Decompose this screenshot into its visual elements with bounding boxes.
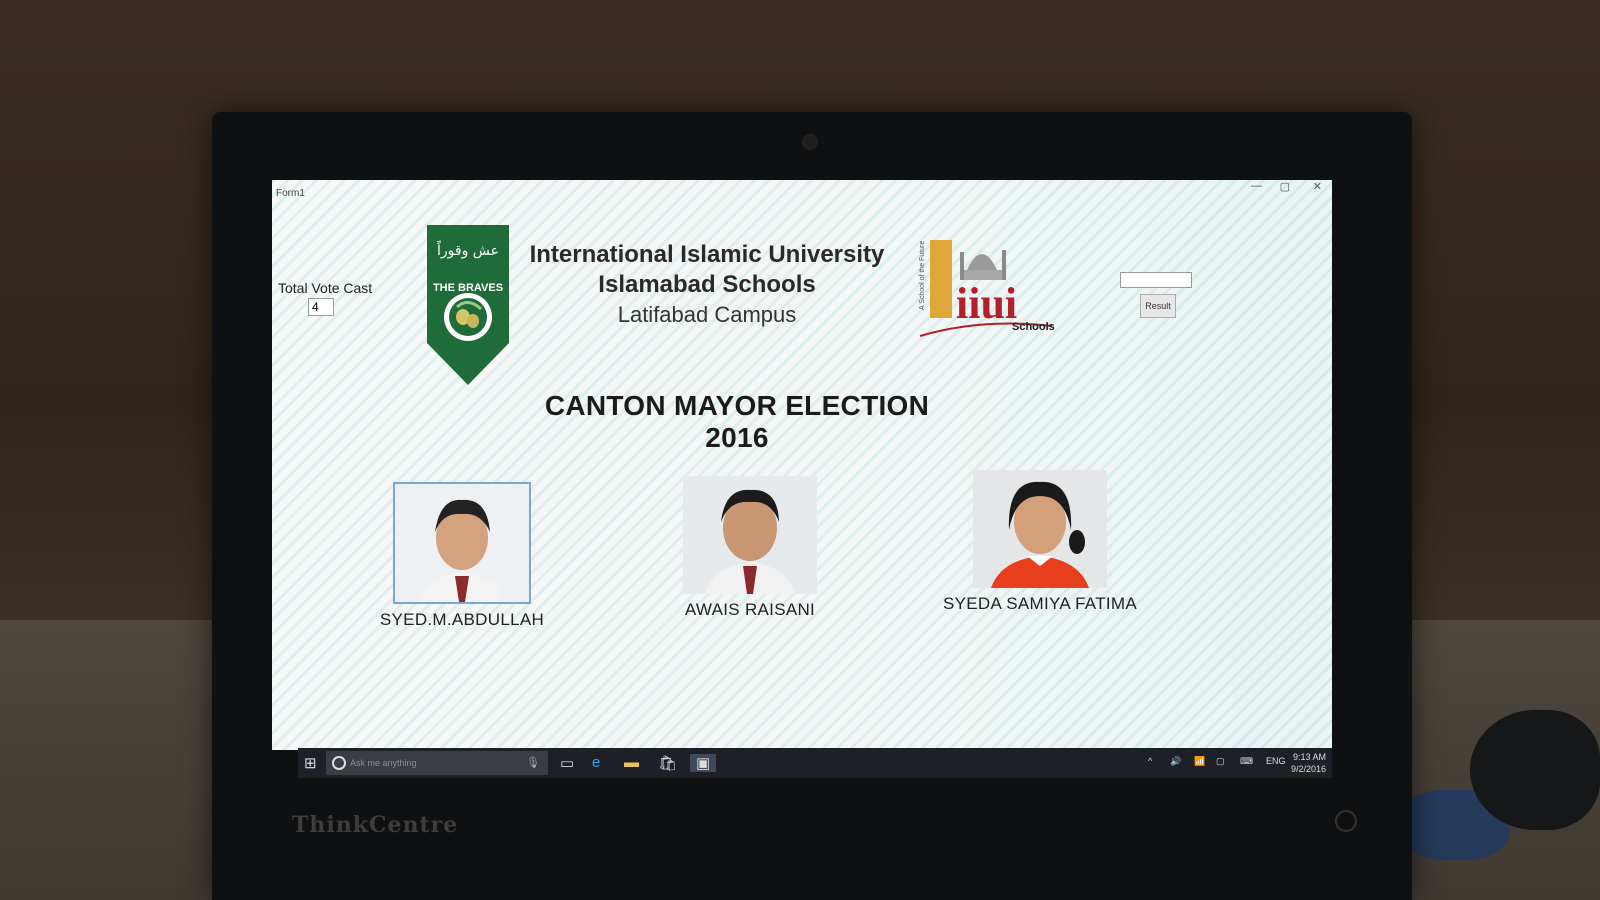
- window-titlebar: Form1 — ▢ ✕: [272, 180, 1332, 200]
- taskbar-clock[interactable]: 9:13 AM 9/2/2016: [1291, 751, 1326, 775]
- notification-icon[interactable]: ▢: [1216, 756, 1225, 767]
- result-button[interactable]: Result: [1140, 294, 1176, 318]
- computer-mouse: [1470, 710, 1600, 830]
- logo-text: iiui: [956, 279, 1017, 328]
- taskbar-search-input[interactable]: Ask me anything 🎙: [326, 751, 548, 775]
- candidate-photo[interactable]: [973, 470, 1107, 588]
- university-title: International Islamic University Islamab…: [512, 240, 902, 300]
- volume-icon[interactable]: 🔊: [1170, 756, 1181, 767]
- the-braves-banner: عش وقوراً THE BRAVES: [427, 225, 509, 385]
- taskbar: ⊞ Ask me anything 🎙 ▭ e ▬ 🛍 ▣ ^ 🔊 📶 ▢ ⌨ …: [298, 748, 1332, 778]
- candidate-photo[interactable]: [393, 482, 531, 604]
- result-input[interactable]: [1120, 272, 1192, 288]
- candidate-name: SYED.M.ABDULLAH: [379, 610, 545, 629]
- university-line-1: International Islamic University: [529, 241, 885, 268]
- power-button[interactable]: [1335, 810, 1357, 832]
- logo-tagline: A School of the Future: [919, 241, 926, 310]
- minimize-button[interactable]: —: [1251, 180, 1262, 192]
- candidate-name: AWAIS RAISANI: [684, 600, 816, 619]
- edge-browser-icon[interactable]: e: [592, 754, 600, 771]
- windows-start-icon[interactable]: ⊞: [304, 754, 317, 772]
- clock-date: 9/2/2016: [1290, 764, 1326, 774]
- webcam-icon: [802, 134, 818, 150]
- wifi-icon[interactable]: 📶: [1194, 756, 1205, 767]
- task-view-icon[interactable]: ▭: [560, 754, 574, 772]
- candidate-card[interactable]: AWAIS RAISANI: [650, 476, 850, 620]
- tray-chevron-icon[interactable]: ^: [1148, 756, 1152, 766]
- running-app-icon[interactable]: ▣: [690, 754, 717, 772]
- clock-time: 9:13 AM: [1292, 752, 1326, 762]
- store-icon[interactable]: 🛍: [658, 754, 677, 772]
- file-explorer-icon[interactable]: ▬: [624, 754, 639, 771]
- candidate-card[interactable]: SYED.M.ABDULLAH: [362, 482, 562, 630]
- campus-name: Latifabad Campus: [617, 302, 797, 327]
- candidate-photo[interactable]: [683, 476, 817, 594]
- microphone-icon[interactable]: 🎙: [526, 756, 540, 769]
- close-button[interactable]: ✕: [1313, 180, 1322, 193]
- language-indicator[interactable]: ENG: [1266, 756, 1286, 766]
- university-line-2: Islamabad Schools: [598, 271, 816, 298]
- logo-sub-text: Schools: [1012, 321, 1055, 333]
- candidate-name: SYEDA SAMIYA FATIMA: [942, 594, 1137, 613]
- app-window: Form1 — ▢ ✕ Total Vote Cast 4 Result عش …: [272, 180, 1332, 750]
- monitor-brand: ThinkCentre: [292, 812, 459, 838]
- candidate-card[interactable]: SYEDA SAMIYA FATIMA: [940, 470, 1140, 614]
- iiui-logo: iiui Schools A School of the Future: [912, 230, 1062, 340]
- total-vote-label: Total Vote Cast: [278, 280, 373, 296]
- cortana-icon: [332, 756, 346, 770]
- window-title: Form1: [276, 188, 305, 199]
- total-vote-field[interactable]: 4: [308, 298, 334, 316]
- maximize-button[interactable]: ▢: [1280, 180, 1290, 193]
- search-placeholder: Ask me anything: [350, 758, 417, 768]
- keyboard-icon[interactable]: ⌨: [1240, 756, 1253, 767]
- election-title: CANTON MAYOR ELECTION 2016: [544, 390, 930, 453]
- banner-text: THE BRAVES: [433, 282, 503, 294]
- banner-arabic-text: عش وقوراً: [436, 240, 499, 259]
